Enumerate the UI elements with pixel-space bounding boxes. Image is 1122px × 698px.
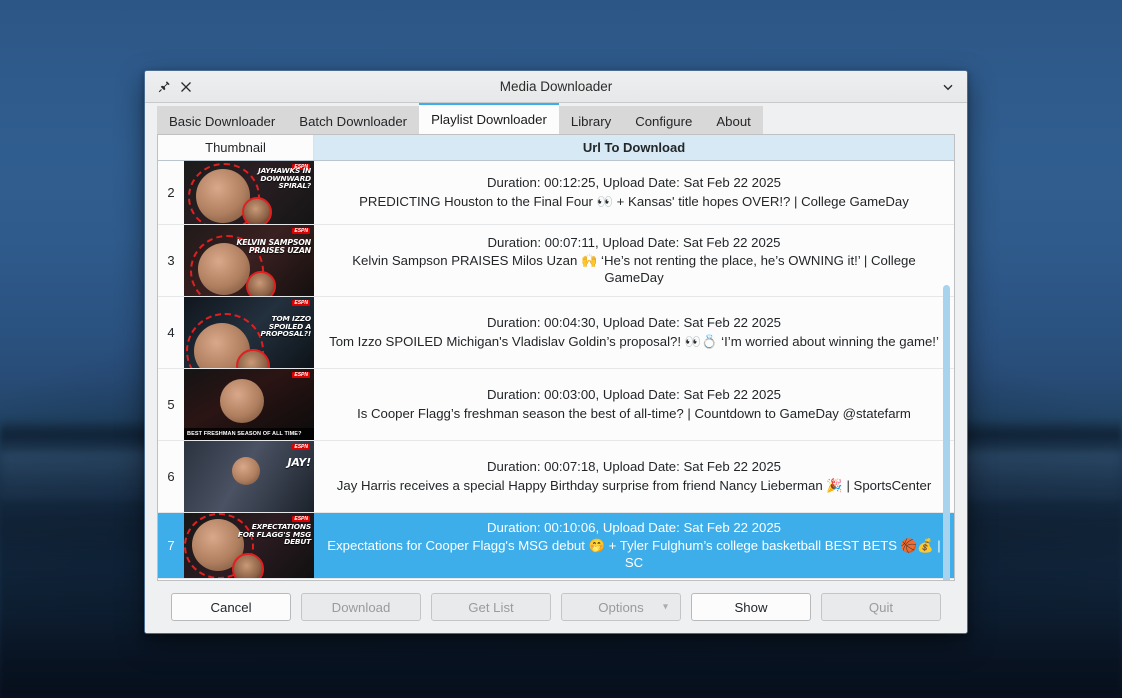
rows-container: 2 ESPN JAYHAWKS IN DOWNWARD SPIRAL? Duratio… — [158, 161, 954, 579]
row-index: 7 — [167, 538, 175, 553]
button-label: Quit — [868, 599, 894, 615]
row-index: 4 — [167, 325, 175, 340]
column-header-thumbnail[interactable]: Thumbnail — [158, 135, 314, 160]
button-label: Get List — [468, 599, 514, 615]
button-bar: Cancel Download Get List Options ▾ Show Quit — [145, 581, 967, 633]
url-cell[interactable]: Duration: 00:07:11, Upload Date: Sat Feb… — [314, 225, 954, 296]
thumbnail-caption: JAY! — [287, 456, 311, 469]
get-list-button: Get List — [431, 593, 551, 621]
video-thumbnail[interactable]: ESPN KELVIN SAMPSON PRAISES UZAN — [184, 225, 314, 296]
tab-bar: Basic Downloader Batch Downloader Playlist… — [145, 103, 967, 134]
espn-logo-icon: ESPN — [292, 372, 310, 378]
button-label: Options — [598, 599, 644, 615]
window-titlebar: Media Downloader — [145, 71, 967, 103]
thumbnail-caption: JAYHAWKS IN DOWNWARD SPIRAL? — [258, 166, 311, 191]
table-row[interactable]: 7 ESPN EXPECTATIONS FOR FLAGG'S MSG DEBUT D… — [158, 513, 954, 579]
tab-configure[interactable]: Configure — [623, 106, 705, 134]
quit-button: Quit — [821, 593, 941, 621]
tab-basic-downloader[interactable]: Basic Downloader — [157, 106, 288, 134]
url-cell[interactable]: Duration: 00:04:30, Upload Date: Sat Feb… — [314, 297, 954, 368]
playlist-panel: Thumbnail Url To Download 2 ESPN JAYHAWKS … — [157, 134, 955, 581]
tab-label: Configure — [635, 113, 693, 129]
row-index: 6 — [167, 469, 175, 484]
video-meta: Duration: 00:04:30, Upload Date: Sat Feb… — [487, 315, 781, 331]
video-title: Jay Harris receives a special Happy Birt… — [336, 477, 932, 493]
button-label: Cancel — [210, 599, 252, 615]
video-title: Is Cooper Flagg’s freshman season the be… — [357, 405, 911, 421]
options-button: Options ▾ — [561, 593, 681, 621]
show-button[interactable]: Show — [691, 593, 811, 621]
scrollbar-thumb[interactable] — [943, 285, 950, 580]
video-thumbnail[interactable]: ESPN JAY! — [184, 441, 314, 512]
video-title: Kelvin Sampson PRAISES Milos Uzan 🙌 ‘He’… — [352, 253, 916, 285]
video-title: PREDICTING Houston to the Final Four 👀 +… — [359, 193, 909, 209]
video-thumbnail[interactable]: ESPN TOM IZZO SPOILED A PROPOSAL?! — [184, 297, 314, 368]
video-meta: Duration: 00:03:00, Upload Date: Sat Feb… — [487, 387, 781, 403]
pin-icon[interactable] — [153, 76, 175, 98]
video-title: Expectations for Cooper Flagg's MSG debu… — [327, 538, 941, 570]
tab-batch-downloader[interactable]: Batch Downloader — [287, 106, 420, 134]
thumbnail-caption: KELVIN SAMPSON PRAISES UZAN — [236, 238, 311, 255]
row-index: 3 — [167, 253, 175, 268]
thumbnail-caption: EXPECTATIONS FOR FLAGG'S MSG DEBUT — [237, 522, 311, 547]
url-cell[interactable]: Duration: 00:03:00, Upload Date: Sat Feb… — [314, 369, 954, 440]
url-cell[interactable]: Duration: 00:12:25, Upload Date: Sat Feb… — [314, 161, 954, 224]
cancel-button[interactable]: Cancel — [171, 593, 291, 621]
thumbnail-caption: TOM IZZO SPOILED A PROPOSAL?! — [260, 314, 312, 339]
table-row[interactable]: 4 ESPN TOM IZZO SPOILED A PROPOSAL?! Durati… — [158, 297, 954, 369]
video-thumbnail[interactable]: ESPN JAYHAWKS IN DOWNWARD SPIRAL? — [184, 161, 314, 224]
table-row[interactable]: 3 ESPN KELVIN SAMPSON PRAISES UZAN Duration… — [158, 225, 954, 297]
button-label: Show — [734, 599, 768, 615]
tab-label: Batch Downloader — [299, 113, 408, 129]
vertical-scrollbar[interactable] — [940, 161, 952, 580]
thumbnail-bottom-caption: BEST FRESHMAN SEASON OF ALL TIME? — [184, 428, 314, 440]
espn-logo-icon: ESPN — [292, 444, 310, 450]
media-downloader-window: Media Downloader Basic Downloader Batch D… — [144, 70, 968, 634]
tab-library[interactable]: Library — [558, 106, 624, 134]
table-header: Thumbnail Url To Download — [158, 135, 954, 161]
tab-about[interactable]: About — [704, 106, 763, 134]
tab-playlist-downloader[interactable]: Playlist Downloader — [419, 103, 559, 134]
window-title: Media Downloader — [499, 79, 613, 94]
chevron-down-icon: ▾ — [662, 601, 668, 613]
desktop-background: Media Downloader Basic Downloader Batch D… — [0, 0, 1122, 698]
button-label: Download — [331, 599, 391, 615]
table-body: 2 ESPN JAYHAWKS IN DOWNWARD SPIRAL? Duratio… — [158, 161, 954, 580]
table-row[interactable]: 6 ESPN JAY! Duration: 00:07:18, Upload Date… — [158, 441, 954, 513]
video-meta: Duration: 00:12:25, Upload Date: Sat Feb… — [487, 175, 781, 191]
espn-logo-icon: ESPN — [292, 300, 310, 306]
url-cell[interactable]: Duration: 00:07:18, Upload Date: Sat Feb… — [314, 441, 954, 512]
video-meta: Duration: 00:07:18, Upload Date: Sat Feb… — [487, 459, 781, 475]
tab-label: About — [716, 113, 751, 129]
video-thumbnail[interactable]: ESPN BEST FRESHMAN SEASON OF ALL TIME? — [184, 369, 314, 440]
column-header-url[interactable]: Url To Download — [314, 135, 954, 160]
video-meta: Duration: 00:10:06, Upload Date: Sat Feb… — [487, 520, 781, 536]
table-row[interactable]: 2 ESPN JAYHAWKS IN DOWNWARD SPIRAL? Duratio… — [158, 161, 954, 225]
video-thumbnail[interactable]: ESPN EXPECTATIONS FOR FLAGG'S MSG DEBUT — [184, 513, 314, 578]
tab-label: Basic Downloader — [169, 113, 276, 129]
table-row[interactable]: 5 ESPN BEST FRESHMAN SEASON OF ALL TIME? Du… — [158, 369, 954, 441]
download-button: Download — [301, 593, 421, 621]
close-icon[interactable] — [175, 76, 197, 98]
espn-logo-icon: ESPN — [292, 228, 310, 234]
url-cell[interactable]: Duration: 00:10:06, Upload Date: Sat Feb… — [314, 513, 954, 578]
chevron-down-icon[interactable] — [937, 76, 959, 98]
row-index: 5 — [167, 397, 175, 412]
tab-label: Playlist Downloader — [431, 112, 547, 127]
video-meta: Duration: 00:07:11, Upload Date: Sat Feb… — [487, 235, 781, 251]
row-index: 2 — [167, 185, 175, 200]
video-title: Tom Izzo SPOILED Michigan's Vladislav Go… — [329, 333, 939, 349]
tab-label: Library — [570, 113, 612, 129]
